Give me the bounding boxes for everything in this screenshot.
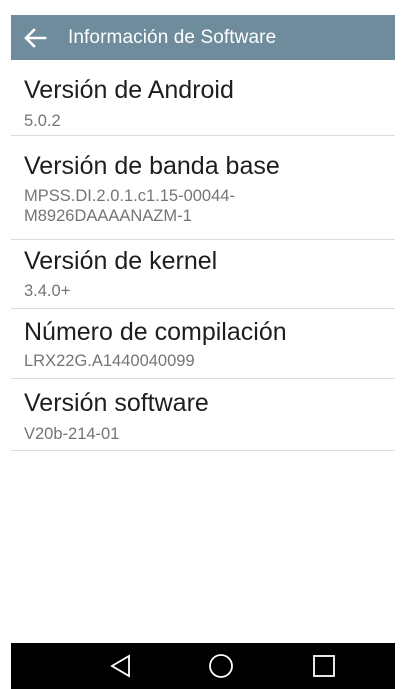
nav-recent-apps-button[interactable] <box>294 643 354 689</box>
back-button[interactable] <box>23 15 57 60</box>
item-value: 5.0.2 <box>24 112 61 130</box>
nav-home-button[interactable] <box>191 643 251 689</box>
nav-back-button[interactable] <box>90 643 150 689</box>
list-item-kernel-version[interactable]: Versión de kernel 3.4.0+ <box>11 240 395 309</box>
list-item-baseband-version[interactable]: Versión de banda base MPSS.DI.2.0.1.c1.1… <box>11 136 395 240</box>
list-item-software-version[interactable]: Versión software V20b-214-01 <box>11 379 395 451</box>
list-item-android-version[interactable]: Versión de Android 5.0.2 <box>11 60 395 136</box>
item-title: Versión de kernel <box>24 247 218 275</box>
triangle-back-icon <box>110 654 130 678</box>
software-info-list: Versión de Android 5.0.2 Versión de band… <box>11 60 395 451</box>
item-value: V20b-214-01 <box>24 425 120 443</box>
arrow-left-icon <box>24 27 47 48</box>
circle-home-icon <box>209 654 233 678</box>
item-title: Número de compilación <box>24 318 287 346</box>
item-value: 3.4.0+ <box>24 282 71 300</box>
square-recent-apps-icon <box>313 655 335 677</box>
app-bar: Información de Software <box>11 15 395 60</box>
item-title: Versión software <box>24 389 209 417</box>
list-item-build-number[interactable]: Número de compilación LRX22G.A1440040099 <box>11 309 395 379</box>
item-value: MPSS.DI.2.0.1.c1.15-00044- M8926DAAAANAZ… <box>24 187 235 225</box>
page-title: Información de Software <box>68 26 277 48</box>
system-navigation-bar <box>11 643 395 689</box>
item-title: Versión de banda base <box>24 152 280 180</box>
item-title: Versión de Android <box>24 76 234 104</box>
item-value: LRX22G.A1440040099 <box>24 352 195 370</box>
